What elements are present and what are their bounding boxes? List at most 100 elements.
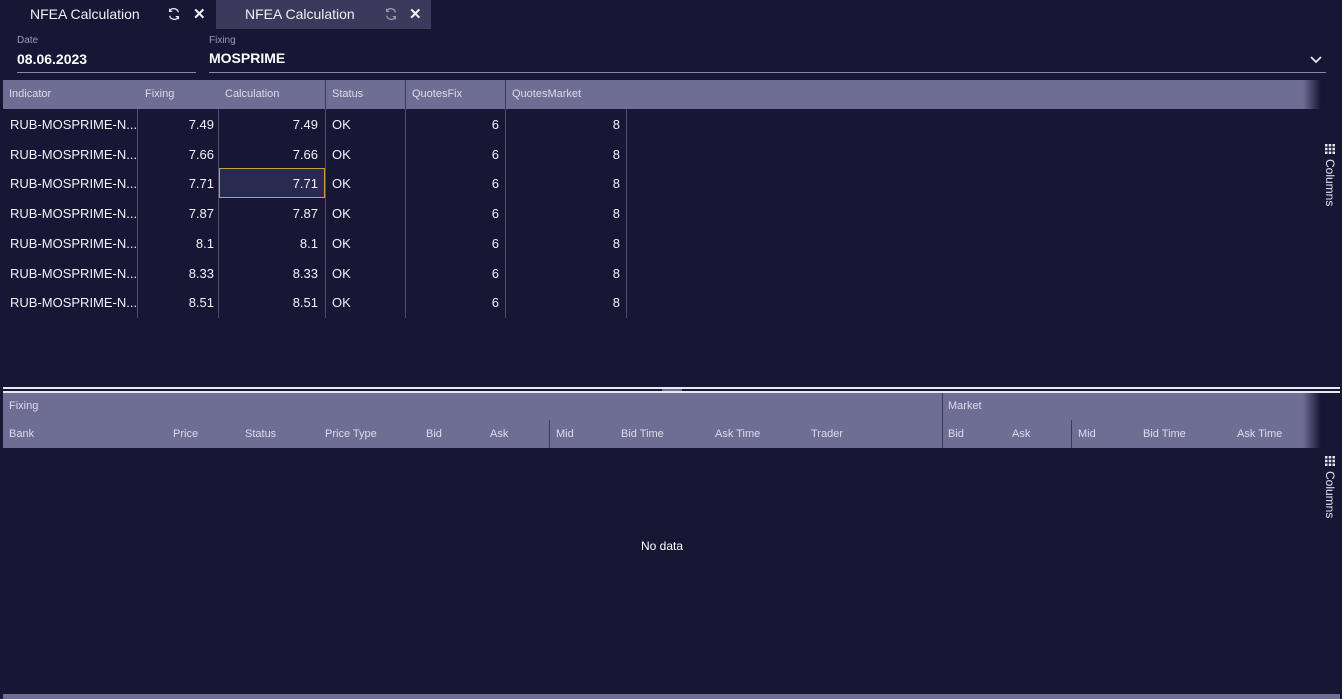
cell-quotesmarket: 8 [612,266,620,281]
column-group-market: Market [948,400,982,412]
table-row[interactable]: RUB-MOSPRIME-N... 8.33 8.33 OK 6 8 [3,258,626,288]
cell-quotesfix: 6 [491,236,499,251]
date-label: Date [17,35,39,46]
cell-fixing: 8.33 [188,266,214,281]
cell-indicator: RUB-MOSPRIME-N... [10,295,138,310]
cell-status: OK [332,147,351,162]
column-header-price[interactable]: Price [173,420,198,448]
fixing-value[interactable]: MOSPRIME [209,50,285,66]
column-header-indicator[interactable]: Indicator [9,80,51,109]
cell-calculation: 7.87 [292,206,318,221]
cell-status: OK [332,176,351,191]
cell-calculation: 7.71 [292,176,318,191]
date-value[interactable]: 08.06.2023 [17,51,87,67]
column-divider [942,420,943,448]
column-header-calculation[interactable]: Calculation [225,80,279,109]
cell-calculation: 8.1 [299,236,318,251]
cell-quotesfix: 6 [491,176,499,191]
close-icon[interactable]: ✕ [193,5,206,23]
cell-calculation: 7.66 [292,147,318,162]
cell-calculation: 8.51 [292,295,318,310]
splitter-grip[interactable] [662,389,682,391]
cell-status: OK [332,117,351,132]
cell-fixing: 7.49 [188,117,214,132]
column-header-ask[interactable]: Ask [490,420,508,448]
grid-header: Fixing Market Bank Price Status Price Ty… [3,393,1321,448]
column-header-fixing[interactable]: Fixing [145,80,174,109]
table-row[interactable]: RUB-MOSPRIME-N... 7.66 7.66 OK 6 8 [3,139,626,169]
column-header-mid[interactable]: Mid [556,420,574,448]
quotes-grid: Fixing Market Bank Price Status Price Ty… [3,393,1321,696]
grid-header: Indicator Fixing Calculation Status Quot… [3,80,1321,109]
cell-status: OK [332,206,351,221]
cell-status: OK [332,266,351,281]
column-header-quotesfix[interactable]: QuotesFix [412,80,462,109]
tab-nfea-calculation-1[interactable]: NFEA Calculation ✕ [0,0,216,29]
cell-quotesfix: 6 [491,147,499,162]
cell-quotesfix: 6 [491,117,499,132]
cell-quotesmarket: 8 [612,236,620,251]
table-row[interactable]: RUB-MOSPRIME-N... 7.71 7.71 OK 6 8 [3,168,626,198]
column-group-fixing: Fixing [9,400,39,412]
column-header-quotesmarket[interactable]: QuotesMarket [512,80,581,109]
table-row[interactable]: RUB-MOSPRIME-N... 8.51 8.51 OK 6 8 [3,287,626,317]
indicators-grid: Indicator Fixing Calculation Status Quot… [3,80,1321,388]
tab-nfea-calculation-2[interactable]: NFEA Calculation ✕ [216,0,431,29]
refresh-icon[interactable] [167,7,181,21]
cell-indicator: RUB-MOSPRIME-N... [10,176,138,191]
cell-indicator: RUB-MOSPRIME-N... [10,147,138,162]
chevron-down-icon[interactable] [1309,52,1323,66]
cell-indicator: RUB-MOSPRIME-N... [10,266,138,281]
cell-quotesmarket: 8 [612,295,620,310]
table-row[interactable]: RUB-MOSPRIME-N... 7.87 7.87 OK 6 8 [3,198,626,228]
date-underline [17,72,196,73]
horizontal-scrollbar[interactable] [3,694,1340,699]
column-header-bank[interactable]: Bank [9,420,34,448]
cell-fixing: 7.71 [188,176,214,191]
cell-quotesfix: 6 [491,266,499,281]
column-header-market-mid[interactable]: Mid [1078,420,1096,448]
table-row[interactable]: RUB-MOSPRIME-N... 7.49 7.49 OK 6 8 [3,109,626,139]
columns-tool-panel-button[interactable]: Columns [1323,143,1337,206]
refresh-icon[interactable] [384,7,398,21]
grid-icon [1325,144,1335,154]
columns-tool-panel-button[interactable]: Columns [1323,455,1337,518]
column-header-market-bid-time[interactable]: Bid Time [1143,420,1186,448]
column-header-market-bid[interactable]: Bid [948,420,964,448]
cell-quotesmarket: 8 [612,176,620,191]
column-divider [626,109,627,318]
grid-icon [1325,456,1335,466]
group-divider [942,393,943,420]
no-data-message: No data [640,539,684,553]
columns-tool-label: Columns [1323,159,1337,207]
cell-fixing: 7.87 [188,206,214,221]
columns-tool-label: Columns [1323,471,1337,519]
column-header-status[interactable]: Status [332,80,363,109]
column-header-bid[interactable]: Bid [426,420,442,448]
cell-quotesfix: 6 [491,206,499,221]
close-icon[interactable]: ✕ [409,5,422,23]
column-header-price-type[interactable]: Price Type [325,420,377,448]
cell-quotesmarket: 8 [612,147,620,162]
cell-indicator: RUB-MOSPRIME-N... [10,117,138,132]
cell-quotesmarket: 8 [612,206,620,221]
cell-status: OK [332,236,351,251]
column-divider [1071,420,1072,448]
tab-bar: NFEA Calculation ✕ NFEA Calculation ✕ [0,0,1342,29]
column-header-market-ask[interactable]: Ask [1012,420,1030,448]
cell-fixing: 7.66 [188,147,214,162]
column-header-market-ask-time[interactable]: Ask Time [1237,420,1282,448]
column-header-status[interactable]: Status [245,420,276,448]
column-header-trader[interactable]: Trader [811,420,843,448]
cell-quotesfix: 6 [491,295,499,310]
tab-title: NFEA Calculation [245,6,355,22]
table-row[interactable]: RUB-MOSPRIME-N... 8.1 8.1 OK 6 8 [3,228,626,258]
cell-indicator: RUB-MOSPRIME-N... [10,206,138,221]
fixing-underline [209,72,1326,73]
cell-status: OK [332,295,351,310]
cell-fixing: 8.1 [195,236,214,251]
cell-indicator: RUB-MOSPRIME-N... [10,236,138,251]
column-header-bid-time[interactable]: Bid Time [621,420,664,448]
tab-title: NFEA Calculation [30,6,140,22]
column-header-ask-time[interactable]: Ask Time [715,420,760,448]
